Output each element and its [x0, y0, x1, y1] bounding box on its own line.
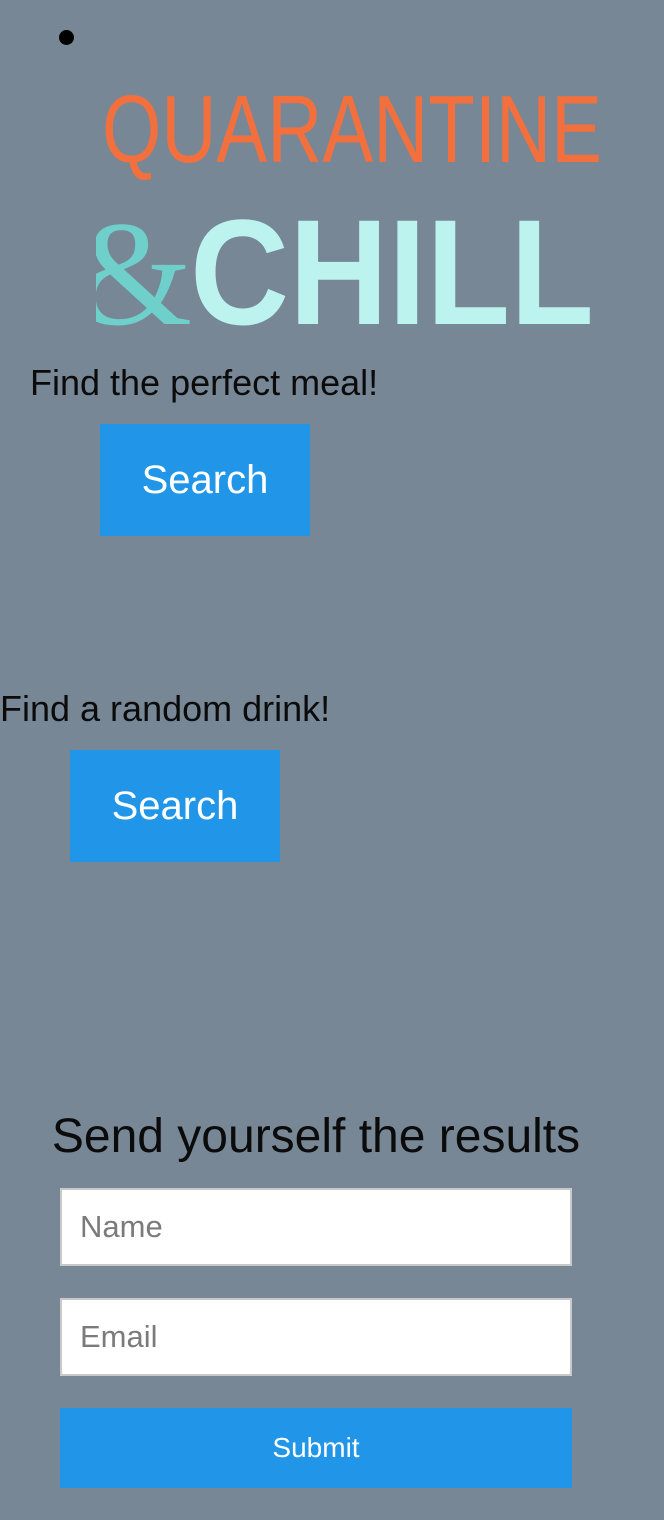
name-field[interactable] [60, 1188, 572, 1266]
meal-finder-label: Find the perfect meal! [30, 362, 379, 403]
submit-button[interactable]: Submit [60, 1408, 572, 1488]
drink-finder-label: Find a random drink! [0, 688, 331, 729]
logo-ampersand-text: & [96, 191, 192, 336]
logo-chill-text: CHILL [190, 188, 594, 336]
bullet-icon [59, 30, 74, 45]
meal-search-button[interactable]: Search [100, 424, 310, 536]
drink-search-button[interactable]: Search [70, 750, 280, 862]
email-field[interactable] [60, 1298, 572, 1376]
results-form-title: Send yourself the results [51, 1110, 581, 1163]
logo-quarantine-text: QUARANTINE [102, 76, 602, 183]
quarantine-and-chill-logo[interactable]: QUARANTINE & CHILL [96, 62, 608, 336]
